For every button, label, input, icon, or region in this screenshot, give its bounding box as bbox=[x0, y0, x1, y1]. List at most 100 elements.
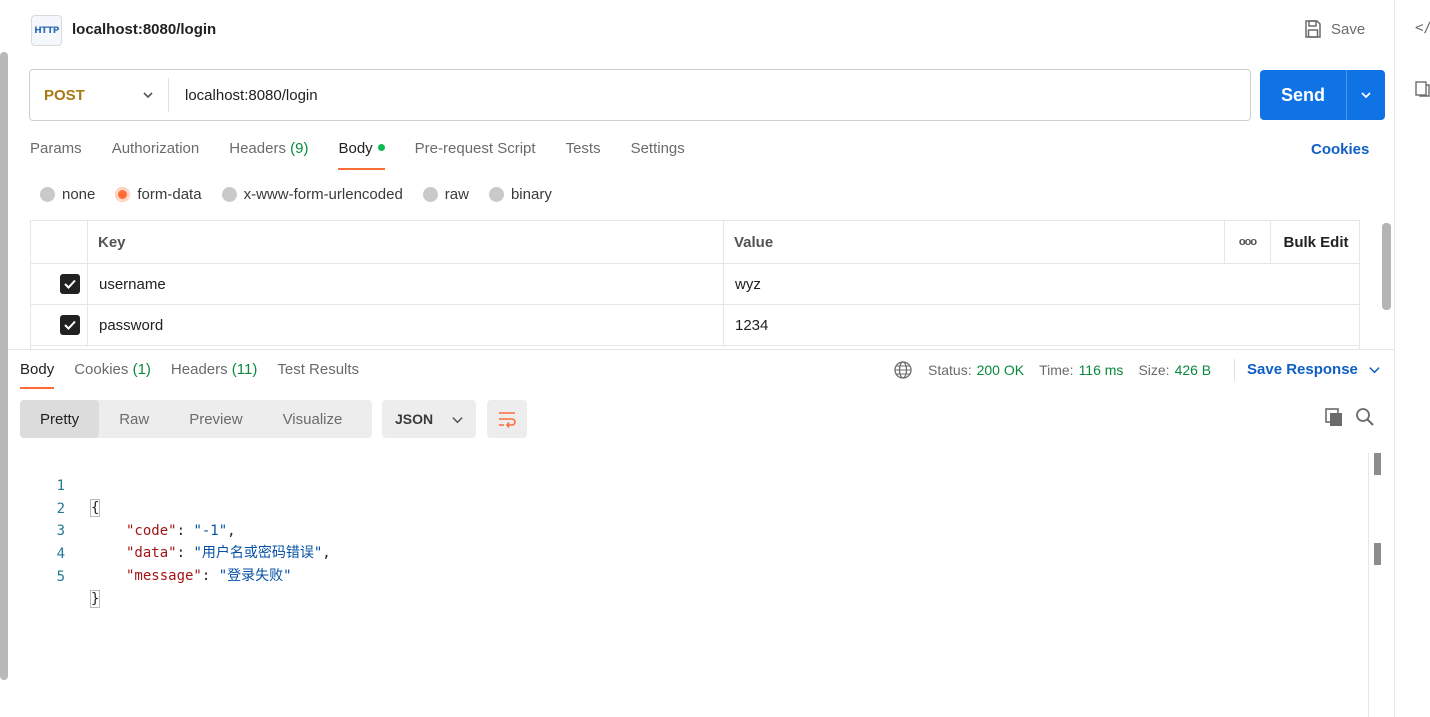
json-value: "用户名或密码错误" bbox=[193, 545, 323, 561]
checkbox-checked[interactable] bbox=[60, 315, 80, 335]
method-select[interactable]: POST bbox=[44, 70, 155, 120]
response-divider[interactable] bbox=[8, 349, 1394, 350]
request-title[interactable]: localhost:8080/login bbox=[72, 21, 216, 38]
tab-body[interactable]: Body bbox=[338, 140, 385, 170]
view-mode-visualize[interactable]: Visualize bbox=[263, 400, 363, 438]
response-tab-test-results[interactable]: Test Results bbox=[277, 361, 359, 389]
tab-settings[interactable]: Settings bbox=[631, 140, 685, 170]
table-row: password 1234 bbox=[31, 305, 1359, 346]
code-icon[interactable]: </ bbox=[1415, 20, 1430, 36]
checkbox-column-header bbox=[31, 221, 88, 263]
body-indicator-dot bbox=[377, 144, 385, 151]
save-icon bbox=[1305, 20, 1321, 38]
chevron-down-icon bbox=[143, 92, 153, 99]
json-key: "message" bbox=[126, 568, 202, 584]
save-response-label: Save Response bbox=[1247, 361, 1358, 378]
code-line: 1 { bbox=[20, 453, 101, 517]
json-value: "登录失败" bbox=[218, 568, 292, 584]
headers-count: (9) bbox=[290, 140, 309, 157]
time-value: 116 ms bbox=[1078, 362, 1124, 378]
body-type-urlencoded[interactable]: x-www-form-urlencoded bbox=[221, 186, 403, 203]
more-options-icon[interactable]: ooo bbox=[1225, 221, 1271, 263]
response-tab-cookies[interactable]: Cookies (1) bbox=[74, 361, 151, 389]
view-mode-raw[interactable]: Raw bbox=[99, 400, 169, 438]
checkbox-checked[interactable] bbox=[60, 274, 80, 294]
url-input[interactable] bbox=[185, 83, 1235, 107]
response-tab-headers[interactable]: Headers (11) bbox=[171, 361, 257, 389]
status-info[interactable]: Status: 200 OK bbox=[928, 362, 1024, 378]
cookies-link[interactable]: Cookies bbox=[1311, 141, 1369, 158]
chevron-down-icon bbox=[1369, 367, 1380, 374]
tab-tests[interactable]: Tests bbox=[566, 140, 601, 170]
body-type-options: none form-data x-www-form-urlencoded raw… bbox=[40, 186, 572, 203]
json-value: "-1" bbox=[193, 523, 228, 539]
bulk-edit-button[interactable]: Bulk Edit bbox=[1271, 221, 1359, 263]
response-headers-count: (11) bbox=[231, 361, 258, 378]
save-button[interactable]: Save bbox=[1303, 19, 1365, 39]
send-options-button[interactable] bbox=[1347, 70, 1385, 120]
radio-icon bbox=[488, 187, 504, 202]
search-button[interactable] bbox=[1355, 407, 1375, 430]
tab-params[interactable]: Params bbox=[30, 140, 82, 170]
response-meta: Status: 200 OK Time: 116 ms Size: 426 B bbox=[893, 360, 1226, 380]
copy-icon bbox=[1325, 408, 1342, 426]
check-icon bbox=[64, 320, 76, 330]
save-response-button[interactable]: Save Response bbox=[1247, 361, 1381, 378]
value-cell[interactable]: wyz bbox=[724, 264, 1359, 304]
copy-button[interactable] bbox=[1324, 407, 1344, 430]
size-info[interactable]: Size: 426 B bbox=[1138, 362, 1211, 378]
globe-icon[interactable] bbox=[893, 360, 913, 380]
tab-authorization[interactable]: Authorization bbox=[112, 140, 200, 170]
check-icon bbox=[64, 279, 76, 289]
tab-headers[interactable]: Headers (9) bbox=[229, 140, 308, 170]
key-cell[interactable]: password bbox=[88, 305, 724, 345]
size-value: 426 B bbox=[1174, 362, 1212, 378]
http-badge-text: HTTP bbox=[34, 25, 59, 36]
left-scrollbar[interactable] bbox=[0, 52, 8, 680]
format-select[interactable]: JSON bbox=[382, 400, 476, 438]
status-value: 200 OK bbox=[976, 362, 1025, 378]
response-code-editor[interactable]: 1 { 2 "code": "-1", 3 "data": "用户名或密码错误"… bbox=[20, 453, 1365, 717]
body-type-raw[interactable]: raw bbox=[422, 186, 469, 203]
request-tabs: Params Authorization Headers (9) Body Pr… bbox=[30, 140, 715, 170]
response-tabs: Body Cookies (1) Headers (11) Test Resul… bbox=[20, 361, 379, 389]
url-bar: POST bbox=[29, 69, 1251, 121]
row-checkbox-cell bbox=[31, 264, 88, 304]
value-cell[interactable]: 1234 bbox=[724, 305, 1359, 345]
view-mode-preview[interactable]: Preview bbox=[169, 400, 262, 438]
key-cell[interactable]: username bbox=[88, 264, 724, 304]
json-key: "code" bbox=[126, 523, 177, 539]
response-tab-body[interactable]: Body bbox=[20, 361, 55, 389]
time-info[interactable]: Time: 116 ms bbox=[1039, 362, 1123, 378]
save-label: Save bbox=[1331, 20, 1366, 38]
wrap-lines-button[interactable] bbox=[487, 400, 527, 438]
code-scrollbar-thumb[interactable] bbox=[1374, 453, 1381, 475]
body-type-binary[interactable]: binary bbox=[488, 186, 552, 203]
code-line: 2 "code": "-1", bbox=[20, 476, 236, 539]
wrap-lines-icon bbox=[499, 412, 516, 428]
code-scroll-track bbox=[1368, 453, 1369, 717]
right-rail: </ bbox=[1394, 0, 1430, 717]
request-scrollbar[interactable] bbox=[1382, 223, 1391, 310]
send-label: Send bbox=[1280, 84, 1325, 105]
tab-pre-request-script[interactable]: Pre-request Script bbox=[415, 140, 536, 170]
radio-selected-icon bbox=[115, 187, 131, 202]
key-column-header: Key bbox=[88, 221, 724, 263]
chevron-down-icon bbox=[1361, 92, 1371, 99]
body-type-none[interactable]: none bbox=[40, 186, 95, 203]
code-line: 5 } bbox=[20, 544, 101, 608]
send-button[interactable]: Send bbox=[1260, 70, 1385, 120]
code-line: 3 "data": "用户名或密码错误", bbox=[20, 498, 331, 561]
http-request-icon: HTTP bbox=[31, 15, 62, 46]
view-mode-pretty[interactable]: Pretty bbox=[20, 400, 100, 438]
method-label: POST bbox=[44, 86, 85, 104]
radio-icon bbox=[40, 187, 55, 202]
chevron-down-icon bbox=[452, 416, 463, 423]
open-brace: { bbox=[90, 499, 101, 517]
form-data-table: Key Value ooo Bulk Edit username wyz pas… bbox=[30, 220, 1360, 350]
docs-icon[interactable] bbox=[1415, 80, 1430, 102]
value-column-header: Value bbox=[724, 221, 1225, 263]
radio-icon bbox=[422, 187, 438, 202]
body-type-form-data[interactable]: form-data bbox=[115, 186, 202, 203]
json-key: "data" bbox=[126, 545, 177, 561]
